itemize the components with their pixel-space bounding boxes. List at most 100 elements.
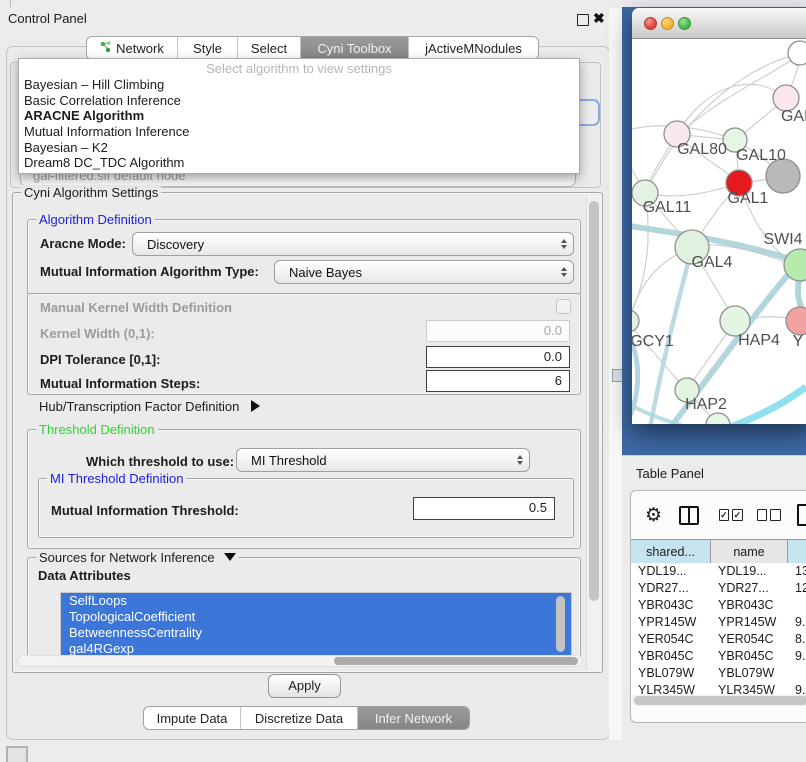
gear-icon[interactable]: ⚙ bbox=[645, 504, 662, 526]
attribute-item[interactable]: SelfLoops bbox=[61, 593, 571, 609]
tab-label: Impute Data bbox=[157, 711, 228, 726]
list-scrollbar-thumb[interactable] bbox=[556, 596, 565, 652]
scrollbar-thumb[interactable] bbox=[634, 696, 806, 705]
network-node[interactable] bbox=[766, 159, 800, 193]
aracne-mode-combo[interactable]: Discovery bbox=[132, 232, 574, 256]
mi-threshold-group-title: MI Threshold Definition bbox=[47, 471, 186, 486]
network-node[interactable] bbox=[632, 310, 639, 332]
tab-style[interactable]: Style bbox=[178, 37, 238, 59]
algorithm-option[interactable]: Bayesian – K2 bbox=[19, 140, 579, 156]
checked-checkbox-icon[interactable]: ✓ bbox=[732, 509, 743, 521]
column-header-partial[interactable] bbox=[788, 540, 806, 563]
mi-steps-field[interactable]: 6 bbox=[426, 370, 570, 392]
tab-impute-data[interactable]: Impute Data bbox=[144, 707, 241, 729]
which-threshold-combo[interactable]: MI Threshold bbox=[236, 448, 530, 472]
table-cell: 13 bbox=[788, 563, 806, 580]
column-header-name[interactable]: name bbox=[711, 540, 788, 563]
unchecked-checkbox-icon[interactable] bbox=[770, 509, 781, 521]
settings-horizontal-scrollbar[interactable] bbox=[17, 655, 583, 667]
table-row[interactable]: YBR045CYBR045C9. bbox=[631, 648, 806, 665]
network-node[interactable] bbox=[786, 307, 806, 335]
mi-type-combo[interactable]: Naive Bayes bbox=[274, 260, 574, 284]
tab-label: Select bbox=[251, 41, 287, 56]
attribute-item[interactable]: TopologicalCoefficient bbox=[61, 609, 571, 625]
hub-definition-label: Hub/Transcription Factor Definition bbox=[39, 399, 239, 414]
node-label: HAP4 bbox=[738, 332, 780, 349]
node-label: Y bbox=[793, 333, 804, 350]
network-window-titlebar[interactable] bbox=[632, 8, 806, 39]
close-traffic-light-icon[interactable] bbox=[644, 17, 657, 30]
table-cell: YBR043C bbox=[711, 597, 788, 614]
tab-label: Cyni Toolbox bbox=[317, 41, 391, 56]
tab-label: Network bbox=[116, 41, 164, 56]
float-window-icon[interactable] bbox=[577, 14, 589, 26]
table-row[interactable]: YDL19...YDL19...13 bbox=[631, 563, 806, 580]
cyni-algorithm-settings-group: Cyni Algorithm Settings Algorithm Defini… bbox=[12, 192, 603, 673]
mi-type-label: Mutual Information Algorithm Type: bbox=[40, 264, 259, 279]
node-label: GAL80 bbox=[677, 141, 727, 158]
dpi-tolerance-field[interactable]: 0.0 bbox=[426, 346, 570, 368]
checked-checkbox-icon[interactable]: ✓ bbox=[719, 509, 730, 521]
data-attributes-list[interactable]: SelfLoopsTopologicalCoefficientBetweenne… bbox=[60, 592, 572, 658]
manual-kernel-width-label: Manual Kernel Width Definition bbox=[40, 300, 232, 315]
table-row[interactable]: YER054CYER054C8. bbox=[631, 631, 806, 648]
attribute-item[interactable]: BetweennessCentrality bbox=[61, 625, 571, 641]
tab-jactivemnodules[interactable]: jActiveMNodules bbox=[409, 37, 538, 59]
unchecked-checkbox-icon[interactable] bbox=[757, 509, 768, 521]
hub-definition-expander[interactable]: Hub/Transcription Factor Definition bbox=[39, 399, 260, 414]
minimize-traffic-light-icon[interactable] bbox=[661, 17, 674, 30]
close-icon[interactable]: ✖ bbox=[593, 10, 605, 27]
network-graph-canvas[interactable]: GAL80GAL10GAL1GAL11SWI4GAL4GCY1HAP4HAP2G… bbox=[632, 39, 806, 424]
network-edge[interactable] bbox=[716, 387, 806, 424]
network-node[interactable] bbox=[788, 41, 806, 65]
apply-button[interactable]: Apply bbox=[268, 674, 341, 698]
node-label: SWI4 bbox=[763, 231, 802, 248]
tab-cyni-toolbox[interactable]: Cyni Toolbox bbox=[301, 37, 409, 59]
table-row[interactable]: YDR27...YDR27...12 bbox=[631, 580, 806, 597]
chevron-updown-icon bbox=[511, 455, 529, 465]
page-icon[interactable] bbox=[797, 504, 806, 526]
manual-kernel-width-checkbox[interactable] bbox=[556, 299, 571, 314]
table-horizontal-scrollbar[interactable] bbox=[632, 695, 806, 706]
network-edge[interactable] bbox=[679, 84, 786, 132]
mi-threshold-field[interactable]: 0.5 bbox=[413, 497, 555, 520]
table-cell: YBL079W bbox=[711, 665, 788, 682]
collapsed-arrow-icon[interactable] bbox=[251, 400, 260, 412]
kernel-width-field[interactable]: 0.0 bbox=[426, 320, 570, 342]
table-row[interactable]: YBR043CYBR043C bbox=[631, 597, 806, 614]
expanded-arrow-icon[interactable] bbox=[224, 553, 236, 561]
network-edge[interactable] bbox=[646, 184, 738, 196]
columns-icon[interactable] bbox=[679, 506, 698, 525]
tab-select[interactable]: Select bbox=[238, 37, 301, 59]
tab-network[interactable]: Network bbox=[87, 37, 178, 59]
table-row[interactable]: YBL079WYBL079W bbox=[631, 665, 806, 682]
aracne-mode-label: Aracne Mode: bbox=[40, 236, 126, 251]
table-row[interactable]: YPR145WYPR145W9. bbox=[631, 614, 806, 631]
node-label: GAL bbox=[781, 108, 806, 125]
algorithm-option[interactable]: Basic Correlation Inference bbox=[19, 93, 579, 109]
table-cell: YBR045C bbox=[711, 648, 788, 665]
tab-label: Style bbox=[193, 41, 222, 56]
node-label: HAP2 bbox=[685, 396, 727, 413]
mi-threshold-group: MI Threshold Definition Mutual Informati… bbox=[38, 478, 574, 538]
algorithm-definition-group: Algorithm Definition Aracne Mode: Discov… bbox=[27, 219, 581, 295]
algorithm-option[interactable]: Dream8 DC_TDC Algorithm bbox=[19, 155, 579, 171]
algorithm-option[interactable]: Bayesian – Hill Climbing bbox=[19, 77, 579, 93]
algorithm-option[interactable]: Mutual Information Inference bbox=[19, 124, 579, 140]
tab-discretize-data[interactable]: Discretize Data bbox=[241, 707, 358, 729]
scrollbar-thumb[interactable] bbox=[334, 657, 578, 665]
zoom-traffic-light-icon[interactable] bbox=[678, 17, 691, 30]
minimized-panel-icon[interactable] bbox=[6, 746, 28, 762]
which-threshold-label: Which threshold to use: bbox=[86, 454, 234, 469]
table-cell: 9. bbox=[788, 682, 806, 694]
tab-infer-network[interactable]: Infer Network bbox=[358, 707, 469, 729]
scrollbar-thumb[interactable] bbox=[589, 201, 599, 601]
table-cell: YBR045C bbox=[631, 648, 711, 665]
table-row[interactable]: YLR345WYLR345W9. bbox=[631, 682, 806, 694]
data-attributes-label: Data Attributes bbox=[38, 568, 131, 583]
node-label: GAL1 bbox=[728, 190, 769, 207]
settings-vertical-scrollbar[interactable] bbox=[586, 195, 601, 670]
which-threshold-value: MI Threshold bbox=[237, 453, 511, 468]
algorithm-option[interactable]: ARACNE Algorithm bbox=[19, 108, 579, 124]
column-header-shared-name[interactable]: shared... bbox=[631, 540, 711, 563]
